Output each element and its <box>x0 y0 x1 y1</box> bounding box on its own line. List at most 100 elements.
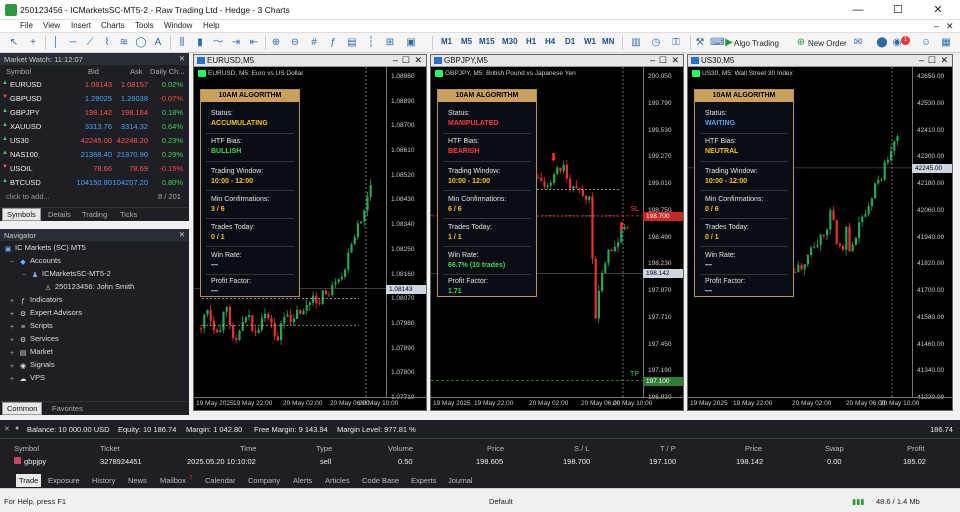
col-symbol[interactable]: Symbol <box>14 444 39 453</box>
mw-row[interactable]: ▲ NAS100 21368.40 21370.90 0.29% <box>0 148 189 161</box>
period-sep-icon[interactable]: ┆ <box>365 37 377 49</box>
trade-volume[interactable]: 0.50 <box>398 457 413 466</box>
candle-chart-icon[interactable]: ▮ <box>194 37 206 49</box>
trade-symbol[interactable]: gbpjpy <box>24 457 46 466</box>
mdi-close-icon[interactable]: ✕ <box>946 21 954 32</box>
mw-header-symbol[interactable]: Symbol <box>6 67 31 76</box>
trendline-icon[interactable]: ⟋ <box>84 37 96 49</box>
col-tp[interactable]: T / P <box>660 444 676 453</box>
menu-insert[interactable]: Insert <box>71 21 91 30</box>
trade-swap[interactable]: 0.00 <box>827 457 842 466</box>
chart-titlebar[interactable]: GBPJPY,M5 – ☐ ✕ <box>431 55 683 67</box>
clock-icon[interactable]: ◷ <box>650 37 662 49</box>
tab-history[interactable]: History <box>92 476 115 485</box>
tf-mn[interactable]: MN <box>602 37 614 46</box>
chart-minimize-icon[interactable]: – <box>919 55 924 65</box>
menu-file[interactable]: File <box>20 21 33 30</box>
mw-add-text[interactable]: click to add... <box>6 192 50 201</box>
autoscroll-icon[interactable]: ⇥ <box>230 37 242 49</box>
tf-m30[interactable]: M30 <box>502 37 518 46</box>
chart-maximize-icon[interactable]: ☐ <box>402 55 410 66</box>
mw-header-ask[interactable]: Ask <box>130 67 143 76</box>
window-icon[interactable]: ▣ <box>405 37 417 49</box>
col-swap[interactable]: Swap <box>825 444 844 453</box>
nav-services[interactable]: + ⚙ Services <box>8 334 59 345</box>
tf-m1[interactable]: M1 <box>441 37 452 46</box>
col-price[interactable]: Price <box>487 444 504 453</box>
tab-favorites[interactable]: Favorites <box>48 404 87 413</box>
mdi-minimize-icon[interactable]: – <box>934 21 939 31</box>
chart-window[interactable]: GBPJPY,M5 – ☐ ✕ GBPJPY, M5: British Poun… <box>430 54 684 411</box>
mw-header-bid[interactable]: Bid <box>88 67 99 76</box>
mw-row[interactable]: ▲ EURUSD 1.08143 1.08157 0.02% <box>0 78 189 91</box>
algo-trading-button[interactable]: Algo Trading <box>734 39 779 48</box>
close-button[interactable]: ✕ <box>918 0 958 20</box>
shift-icon[interactable]: ⇤ <box>248 37 260 49</box>
menu-help[interactable]: Help <box>203 21 219 30</box>
line-chart-icon[interactable]: 〜 <box>212 37 224 49</box>
new-order-icon[interactable]: ⊕ <box>795 37 807 49</box>
tab-details[interactable]: Details <box>44 210 75 219</box>
chart-titlebar[interactable]: EURUSD,M5 – ☐ ✕ <box>194 55 426 67</box>
close-icon[interactable]: ✕ <box>179 230 185 239</box>
trade-type[interactable]: sell <box>320 457 331 466</box>
text-icon[interactable]: A <box>152 37 164 49</box>
mw-symbol[interactable]: BTCUSD <box>10 178 41 187</box>
trade-sl[interactable]: 198.700 <box>563 457 590 466</box>
chat-icon[interactable]: ✉ <box>852 37 864 49</box>
nav-server[interactable]: − ♟ ICMarketsSC-MT5-2 <box>20 269 111 280</box>
tf-m5[interactable]: M5 <box>461 37 472 46</box>
trade-current-price[interactable]: 198.142 <box>736 457 763 466</box>
tf-h4[interactable]: H4 <box>545 37 555 46</box>
col-ticket[interactable]: Ticket <box>100 444 120 453</box>
nav-root[interactable]: ▣ IC Markets (SC) MT5 <box>4 243 86 254</box>
col-type[interactable]: Type <box>316 444 332 453</box>
tab-mailbox[interactable]: Mailbox <box>160 476 186 485</box>
tab-calendar[interactable]: Calendar <box>205 476 235 485</box>
mw-symbol[interactable]: US30 <box>10 136 29 145</box>
col-price-current[interactable]: Price <box>745 444 762 453</box>
tab-alerts[interactable]: Alerts <box>293 476 312 485</box>
mw-symbol[interactable]: USOIL <box>10 164 33 173</box>
mw-symbol[interactable]: GBPJPY <box>10 108 40 117</box>
tf-m15[interactable]: M15 <box>479 37 495 46</box>
mw-add-row[interactable]: click to add... 8 / 201 <box>0 190 189 203</box>
mw-row[interactable]: ▲ XAUUSD 3313.76 3314.32 0.64% <box>0 120 189 133</box>
trade-price[interactable]: 198.605 <box>476 457 503 466</box>
chart-close-icon[interactable]: ✕ <box>671 55 679 66</box>
nav-vps[interactable]: + ☁ VPS <box>8 373 45 384</box>
price-axis[interactable]: 42650.00 42530.00 42410.00 42300.00 42180.00… <box>912 67 952 401</box>
nav-account-user[interactable]: ♙ 250123456: John Smith <box>44 282 134 293</box>
vertical-line-icon[interactable]: │ <box>50 37 62 49</box>
mw-row[interactable]: ▼ USOIL 78.66 78.69 -0.15% <box>0 162 189 175</box>
chart-minimize-icon[interactable]: – <box>650 55 655 65</box>
chart-type-icon[interactable]: ▥ <box>630 37 642 49</box>
tab-symbols[interactable]: Symbols <box>2 208 41 221</box>
tf-h1[interactable]: H1 <box>526 37 536 46</box>
nav-experts[interactable]: + ⚙ Expert Advisors <box>8 308 82 319</box>
trade-ticket[interactable]: 3278924451 <box>100 457 142 466</box>
tab-trade[interactable]: Trade <box>16 474 42 487</box>
tile-icon[interactable]: ⊞ <box>384 37 396 49</box>
templates-icon[interactable]: ▤ <box>346 37 358 49</box>
col-profit[interactable]: Profit <box>907 444 925 453</box>
mw-header-change[interactable]: Daily Ch... <box>150 67 185 76</box>
chart-titlebar[interactable]: US30,M5 – ☐ ✕ <box>688 55 952 67</box>
strategy-tester-icon[interactable]: ⚒ <box>694 37 706 49</box>
zoom-in-icon[interactable]: ⊕ <box>270 37 282 49</box>
nav-scripts[interactable]: + ≡ Scripts <box>8 321 53 332</box>
trade-time[interactable]: 2025.05.20 10:10:02 <box>187 457 256 466</box>
nav-market[interactable]: + ▤ Market <box>8 347 53 358</box>
chart-window[interactable]: EURUSD,M5 – ☐ ✕ EURUSD, M5: Euro vs US D… <box>193 54 427 411</box>
layout-icon[interactable]: ▦ <box>940 37 952 49</box>
tab-experts[interactable]: Experts <box>411 476 436 485</box>
tab-ticks[interactable]: Ticks <box>116 210 141 219</box>
trade-tp[interactable]: 197.100 <box>649 457 676 466</box>
zoom-out-icon[interactable]: ⊖ <box>289 37 301 49</box>
mw-row[interactable]: ▼ GBPUSD 1.29025 1.29038 -0.07% <box>0 92 189 105</box>
channel-icon[interactable]: ⌇ <box>101 37 113 49</box>
chart-close-icon[interactable]: ✕ <box>940 55 948 66</box>
tab-company[interactable]: Company <box>248 476 280 485</box>
ide-icon[interactable]: ⌨ <box>710 37 724 49</box>
tf-d1[interactable]: D1 <box>565 37 575 46</box>
